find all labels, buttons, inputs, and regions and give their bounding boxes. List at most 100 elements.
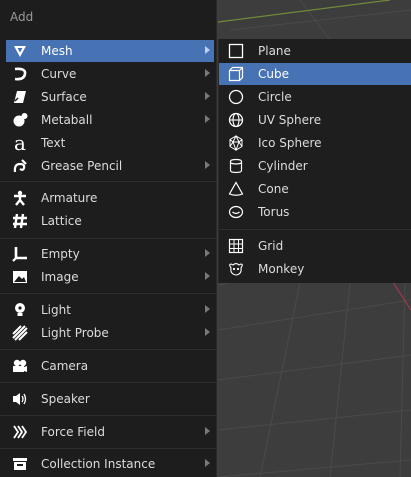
menu-item-label: Metaball	[41, 113, 93, 127]
menu-item-camera[interactable]: Camera	[6, 355, 214, 377]
submenu-item-label: Cube	[258, 67, 289, 81]
lattice-icon	[10, 211, 30, 231]
menu-item-collection-instance[interactable]: Collection Instance	[6, 453, 214, 475]
text-icon: a	[14, 131, 26, 155]
menu-separator	[0, 293, 217, 294]
submenu-item-cylinder[interactable]: Cylinder	[219, 155, 411, 177]
submenu-item-label: Ico Sphere	[258, 136, 322, 150]
menu-item-light[interactable]: Light	[6, 299, 214, 321]
menu-item-metaball[interactable]: Metaball	[6, 109, 214, 131]
submenu-item-label: Cylinder	[258, 159, 308, 173]
submenu-arrow-icon	[205, 272, 210, 280]
menu-item-label: Curve	[41, 67, 77, 81]
submenu-item-grid[interactable]: Grid	[219, 235, 411, 257]
submenu-separator	[219, 229, 411, 230]
menu-item-force-field[interactable]: Force Field	[6, 421, 214, 443]
menu-item-curve[interactable]: Curve	[6, 63, 214, 85]
submenu-item-cone[interactable]: Cone	[219, 178, 411, 200]
menu-item-label: Grease Pencil	[41, 159, 123, 173]
image-icon	[10, 267, 30, 287]
plane-icon	[227, 42, 245, 60]
menu-item-mesh[interactable]: Mesh	[6, 40, 214, 62]
metaball-icon	[10, 110, 30, 130]
surface-icon	[10, 87, 30, 107]
menu-item-label: Text	[41, 136, 66, 150]
menu-item-label: Image	[41, 270, 79, 284]
speaker-icon	[10, 389, 30, 409]
monkey-icon	[227, 260, 245, 278]
menu-item-armature[interactable]: Armature	[6, 187, 214, 209]
menu-item-label: Camera	[41, 359, 89, 373]
menu-item-empty[interactable]: Empty	[6, 243, 214, 265]
light-icon	[10, 300, 30, 320]
submenu-item-label: Grid	[258, 239, 284, 253]
submenu-arrow-icon	[205, 161, 210, 169]
camera-icon	[10, 356, 30, 376]
light-probe-icon	[10, 323, 30, 343]
submenu-arrow-icon	[205, 69, 210, 77]
submenu-arrow-icon	[205, 115, 210, 123]
mesh-icon	[10, 41, 30, 61]
cone-icon	[227, 180, 245, 198]
uv-sphere-icon	[227, 111, 245, 129]
menu-separator	[0, 448, 217, 449]
submenu-item-cube[interactable]: Cube	[219, 63, 411, 85]
torus-icon	[227, 203, 245, 221]
submenu-item-label: UV Sphere	[258, 113, 322, 127]
menu-item-label: Light	[41, 303, 71, 317]
menu-item-image[interactable]: Image	[6, 266, 214, 288]
submenu-item-label: Circle	[258, 90, 292, 104]
empty-icon	[10, 244, 30, 264]
menu-item-label: Light Probe	[41, 326, 109, 340]
menu-item-label: Lattice	[41, 214, 82, 228]
submenu-arrow-icon	[205, 249, 210, 257]
submenu-arrow-icon	[205, 328, 210, 336]
cylinder-icon	[227, 157, 245, 175]
submenu-item-label: Monkey	[258, 262, 305, 276]
menu-item-label: Empty	[41, 247, 80, 261]
menu-separator	[0, 415, 217, 416]
menu-item-label: Collection Instance	[41, 457, 156, 471]
menu-item-speaker[interactable]: Speaker	[6, 388, 214, 410]
menu-item-label: Armature	[41, 191, 98, 205]
submenu-item-plane[interactable]: Plane	[219, 40, 411, 62]
submenu-item-circle[interactable]: Circle	[219, 86, 411, 108]
force-field-icon	[10, 422, 30, 442]
menu-title: Add	[10, 10, 34, 24]
submenu-item-uv-sphere[interactable]: UV Sphere	[219, 109, 411, 131]
submenu-arrow-icon	[205, 305, 210, 313]
menu-item-light-probe[interactable]: Light Probe	[6, 322, 214, 344]
menu-item-surface[interactable]: Surface	[6, 86, 214, 108]
submenu-arrow-icon	[205, 92, 210, 100]
submenu-item-label: Torus	[258, 205, 290, 219]
curve-icon	[10, 64, 30, 84]
submenu-item-ico-sphere[interactable]: Ico Sphere	[219, 132, 411, 154]
submenu-item-label: Plane	[258, 44, 291, 58]
collection-instance-icon	[10, 454, 30, 474]
menu-separator	[0, 238, 217, 239]
add-menu: Add Mesh Curve Surface Metaball a Text G…	[0, 0, 217, 477]
submenu-arrow-icon	[205, 427, 210, 435]
menu-item-label: Mesh	[41, 44, 73, 58]
circle-icon	[227, 88, 245, 106]
grease-pencil-icon	[10, 156, 30, 176]
menu-item-grease-pencil[interactable]: Grease Pencil	[6, 155, 214, 177]
submenu-item-label: Cone	[258, 182, 289, 196]
submenu-item-monkey[interactable]: Monkey	[219, 258, 411, 280]
grid-icon	[227, 237, 245, 255]
menu-separator	[0, 382, 217, 383]
submenu-item-torus[interactable]: Torus	[219, 201, 411, 223]
menu-separator	[0, 181, 217, 182]
menu-item-label: Force Field	[41, 425, 105, 439]
menu-item-text[interactable]: a Text	[6, 132, 214, 154]
menu-separator	[0, 349, 217, 350]
submenu-arrow-icon	[205, 459, 210, 467]
armature-icon	[10, 188, 30, 208]
submenu-arrow-icon	[205, 46, 210, 54]
menu-item-lattice[interactable]: Lattice	[6, 210, 214, 232]
ico-sphere-icon	[227, 134, 245, 152]
cube-icon	[227, 65, 245, 83]
menu-item-label: Speaker	[41, 392, 90, 406]
mesh-submenu: Plane Cube Circle UV Sphere Ico Sphere C…	[218, 39, 411, 283]
menu-item-label: Surface	[41, 90, 87, 104]
